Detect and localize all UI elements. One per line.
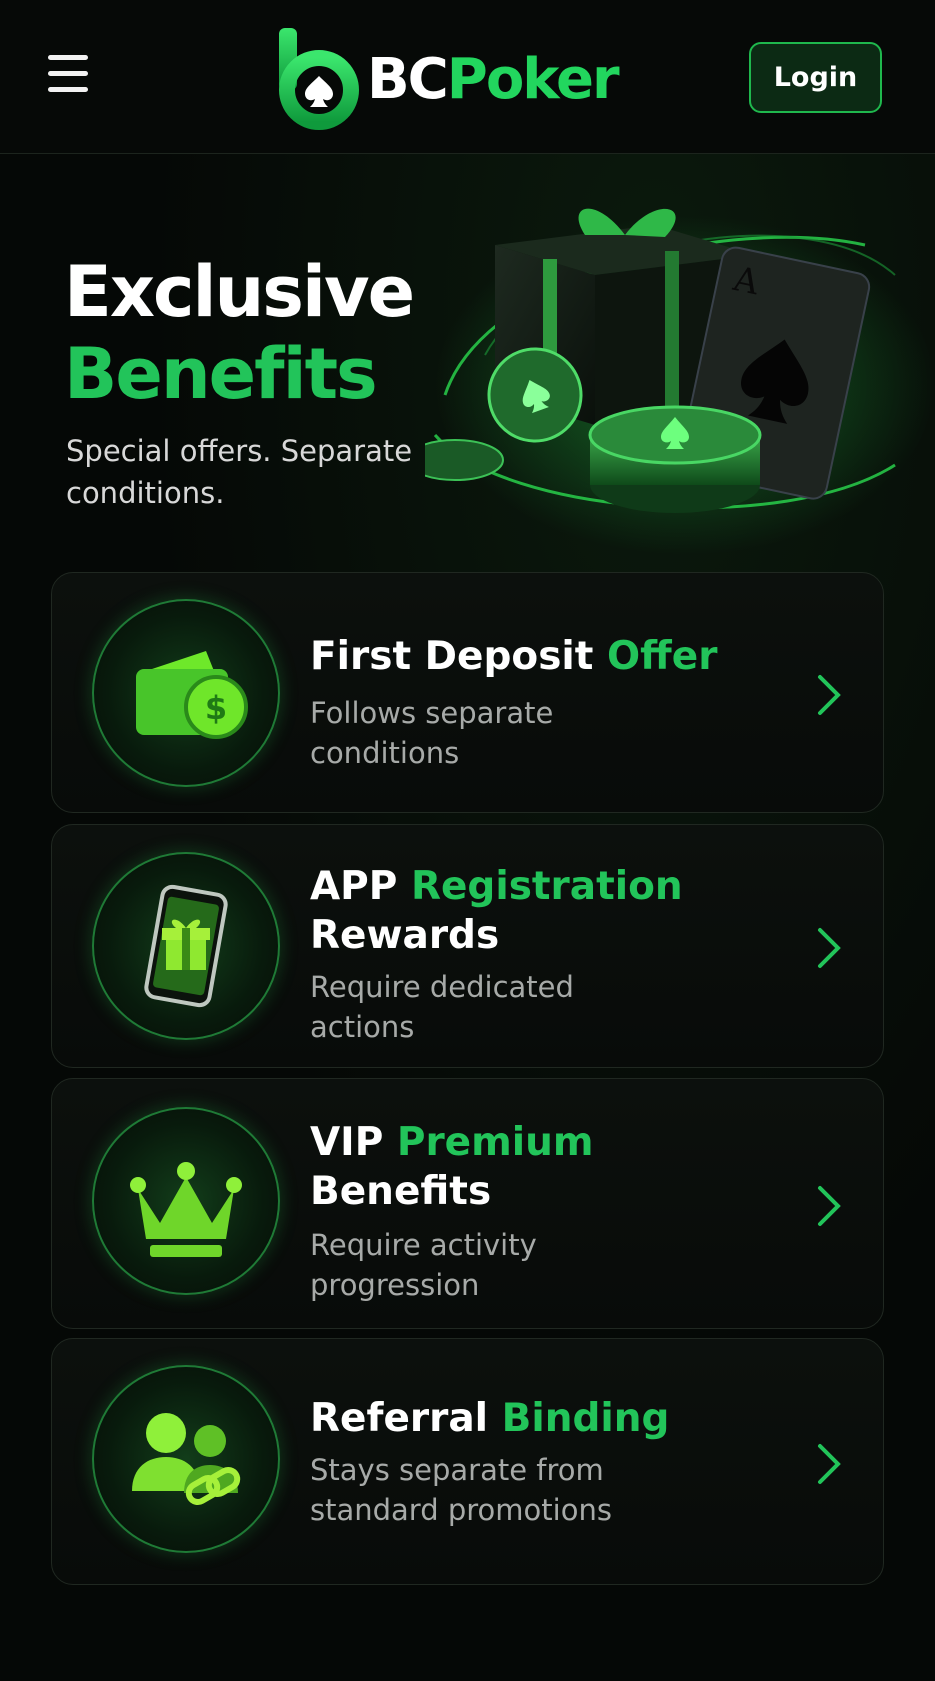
logo-wordmark: BCPoker <box>367 46 620 112</box>
hero-title-line2: Benefits <box>64 333 378 415</box>
benefit-card-app-registration[interactable]: APP Registration Rewards Require dedicate… <box>51 824 884 1068</box>
card-description: Follows separate conditions <box>310 696 554 770</box>
card-title: APP Registration Rewards <box>310 862 683 960</box>
bcpoker-logo[interactable]: BCPoker <box>275 28 620 130</box>
users-link-icon <box>92 1365 280 1553</box>
card-title-green: Offer <box>607 634 718 679</box>
gift-chips-card-illustration: A <box>425 208 935 555</box>
card-description: Require activity progression <box>310 1228 537 1302</box>
hero-subtitle: Special offers. Separate conditions. <box>66 434 413 510</box>
benefit-card-referral-binding[interactable]: Referral Binding Stays separate from sta… <box>51 1338 884 1585</box>
card-description: Require dedicated actions <box>310 970 574 1044</box>
card-title: Referral Binding <box>310 1394 669 1443</box>
spade-logo-icon <box>279 28 359 130</box>
phone-gift-icon <box>92 852 280 1040</box>
card-title: VIP Premium Benefits <box>310 1118 594 1216</box>
card-title-white: Referral <box>310 1396 489 1441</box>
hero-title-line1: Exclusive <box>64 251 415 333</box>
card-title-white: VIP <box>310 1120 384 1165</box>
logo-bc-text: BC <box>367 46 449 112</box>
card-title-line2: Rewards <box>310 913 500 958</box>
chevron-right-icon <box>818 1186 841 1226</box>
hero-banner: Exclusive Benefits Special offers. Separ… <box>0 155 935 575</box>
card-description: Stays separate from standard promotions <box>310 1453 612 1527</box>
card-title-green: Binding <box>501 1396 670 1441</box>
chevron-right-icon <box>818 928 841 968</box>
top-bar: BCPoker Login <box>0 0 935 154</box>
benefit-card-vip-premium[interactable]: VIP Premium Benefits Require activity pro… <box>51 1078 884 1329</box>
card-title-green: Premium <box>396 1120 594 1165</box>
chevron-right-icon <box>818 1444 841 1484</box>
logo-poker-text: Poker <box>446 46 620 112</box>
card-title-white: APP <box>310 864 398 909</box>
chevron-right-icon <box>818 675 841 715</box>
svg-text:$: $ <box>205 689 227 727</box>
wallet-dollar-icon: $ <box>92 599 280 787</box>
page: BCPoker Login Exclusive Benefits Special… <box>0 0 935 1681</box>
crown-icon <box>92 1107 280 1295</box>
login-button[interactable]: Login <box>749 42 882 113</box>
hamburger-menu-icon[interactable] <box>48 55 92 95</box>
card-title-green: Registration <box>410 864 683 909</box>
card-title-white: First Deposit <box>310 634 594 679</box>
card-title-line2: Benefits <box>310 1169 492 1214</box>
benefit-card-first-deposit[interactable]: $ First Deposit Offer Follows separate c… <box>51 572 884 813</box>
card-title: First Deposit Offer <box>310 632 717 681</box>
